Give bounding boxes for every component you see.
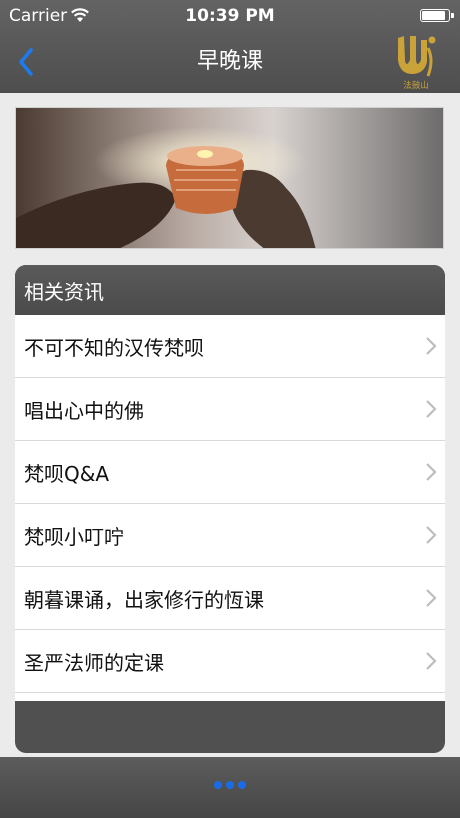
- card-footer: [15, 701, 445, 751]
- list-item-label: 朝暮课诵，出家修行的恆课: [24, 587, 264, 612]
- list-item[interactable]: 圣严法师的定课: [15, 630, 445, 693]
- chevron-right-icon: [426, 400, 437, 418]
- news-list: 不可不知的汉传梵呗 唱出心中的佛 梵呗Q&A 梵呗小叮咛 朝暮课诵，出家修行的恆…: [15, 315, 445, 701]
- battery-icon: [420, 9, 454, 22]
- chevron-right-icon: [426, 589, 437, 607]
- more-button[interactable]: [205, 773, 255, 797]
- chevron-left-icon: [19, 48, 33, 76]
- list-item[interactable]: 唱出心中的佛: [15, 378, 445, 441]
- section-header: 相关资讯: [15, 265, 445, 315]
- clock-label: 10:39 PM: [185, 6, 275, 26]
- more-dots-icon: [238, 781, 246, 789]
- logo-text: 法鼓山: [403, 80, 429, 91]
- chevron-right-icon: [426, 463, 437, 481]
- hands-holding-candle-photo: [16, 108, 443, 248]
- dharma-drum-logo-icon: 法鼓山: [398, 36, 436, 91]
- chevron-right-icon: [426, 652, 437, 670]
- list-item-label: 梵呗小叮咛: [24, 524, 124, 549]
- list-item[interactable]: 梵呗Q&A: [15, 441, 445, 504]
- chevron-right-icon: [426, 337, 437, 355]
- list-item[interactable]: 朝暮课诵，出家修行的恆课: [15, 567, 445, 630]
- list-item[interactable]: 梵呗小叮咛: [15, 504, 445, 567]
- hero-image: [15, 107, 444, 249]
- list-item-label: 梵呗Q&A: [24, 461, 110, 486]
- page-title: 早晚课: [196, 49, 263, 74]
- list-item-label: 圣严法师的定课: [24, 650, 164, 675]
- status-bar: Carrier 10:39 PM: [0, 0, 460, 32]
- bottom-toolbar: [0, 757, 460, 818]
- chevron-right-icon: [426, 526, 437, 544]
- list-item[interactable]: 不可不知的汉传梵呗: [15, 315, 445, 378]
- more-dots-icon: [226, 781, 234, 789]
- list-item-label: 不可不知的汉传梵呗: [24, 335, 204, 360]
- more-dots-icon: [214, 781, 222, 789]
- navigation-bar: Carrier 10:39 PM 早晚课 法鼓山: [0, 0, 460, 93]
- list-item-label: 唱出心中的佛: [24, 398, 144, 423]
- back-button[interactable]: [6, 40, 46, 84]
- related-news-card: 相关资讯 不可不知的汉传梵呗 唱出心中的佛 梵呗Q&A 梵呗小叮咛 朝暮课诵，出…: [15, 265, 445, 753]
